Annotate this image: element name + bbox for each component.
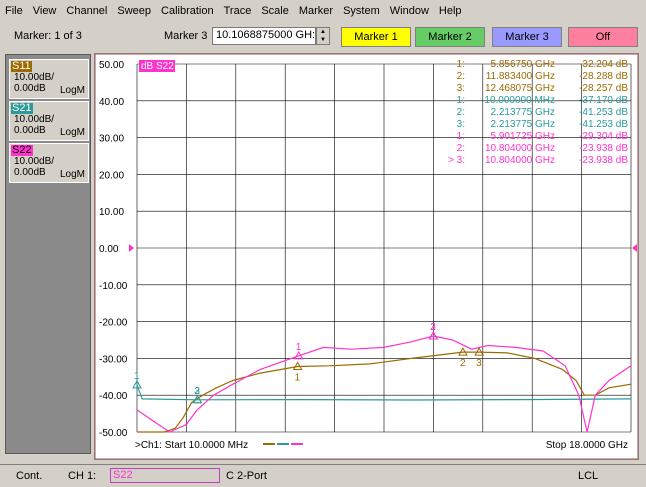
marker-readout-value: -23.938 dB xyxy=(579,143,628,154)
marker-readout-id: 3: xyxy=(457,119,465,130)
marker-readout-frequency: 5.856750 GHz xyxy=(491,59,556,70)
marker-readout-value: -28.257 dB xyxy=(579,83,628,94)
spin-down-icon[interactable]: ▼ xyxy=(317,36,329,44)
marker-readout-id: 1: xyxy=(457,131,465,142)
y-tick-label: -40.00 xyxy=(99,391,128,402)
status-bar: Cont. CH 1: S22 C 2-Port LCL xyxy=(0,464,646,487)
trace-s21-box[interactable]: S21 10.00dB/ 0.00dB LogM xyxy=(9,101,89,141)
marker-readout-value: -41.253 dB xyxy=(579,119,628,130)
y-tick-label: -10.00 xyxy=(99,281,128,292)
calibration-status: C 2-Port xyxy=(226,470,267,482)
marker-count-label: Marker: 1 of 3 xyxy=(14,30,82,42)
trace-list-panel: S11 10.00dB/ 0.00dB LogM S21 10.00dB/ 0.… xyxy=(5,54,91,454)
marker-s21-3-label: 3 xyxy=(194,386,200,397)
trace-s22-tag: S22 xyxy=(11,144,33,156)
marker-readout-value: -29.304 dB xyxy=(579,131,628,142)
trace-s22-scale: 10.00dB/ xyxy=(14,156,55,167)
marker-s21-1-label: 1 xyxy=(134,371,140,382)
menu-scale[interactable]: Scale xyxy=(256,0,294,22)
marker-readout-value: -28.288 dB xyxy=(579,71,628,82)
marker-readout-frequency: 12.468075 GHz xyxy=(485,83,555,94)
marker-s11-3-label: 3 xyxy=(476,358,482,369)
trace-s11-tag: S11 xyxy=(11,60,32,72)
marker-s11-1-label: 1 xyxy=(295,372,301,383)
marker-readout-value: -23.938 dB xyxy=(579,155,628,166)
menu-trace[interactable]: Trace xyxy=(219,0,257,22)
y-tick-label: 40.00 xyxy=(99,97,124,108)
menu-marker[interactable]: Marker xyxy=(294,0,338,22)
remote-status: LCL xyxy=(578,470,599,482)
marker-readout-id: 1: xyxy=(457,95,465,106)
marker-frequency-spinner[interactable]: ▲ ▼ xyxy=(316,27,330,45)
marker-readout-id: 1: xyxy=(457,59,465,70)
marker-readout-value: -41.253 dB xyxy=(579,107,628,118)
marker-toolbar: Marker: 1 of 3 Marker 3 10.1068875000 GH… xyxy=(0,24,646,50)
marker-readout-frequency: 2.213775 GHz xyxy=(491,119,556,130)
marker-readout-frequency: 10.804000 GHz xyxy=(485,155,555,166)
marker-readout-id: 2: xyxy=(457,107,465,118)
trace-s21-tag: S21 xyxy=(11,102,33,114)
menu-bar: File View Channel Sweep Calibration Trace Scal… xyxy=(0,0,646,22)
y-tick-label: 20.00 xyxy=(99,170,124,181)
marker-frequency-input[interactable]: 10.1068875000 GH: xyxy=(212,27,316,45)
menu-sweep[interactable]: Sweep xyxy=(112,0,156,22)
menu-help[interactable]: Help xyxy=(434,0,467,22)
channel-label: CH 1: xyxy=(68,470,97,482)
marker-readout-frequency: 5.901725 GHz xyxy=(491,131,556,142)
marker-readout-value: -32.204 dB xyxy=(579,59,628,70)
marker2-button[interactable]: Marker 2 xyxy=(415,27,485,47)
y-tick-label: -50.00 xyxy=(99,428,128,439)
trace-s11-scale: 10.00dB/ xyxy=(14,72,55,83)
marker-readout-id: 2: xyxy=(457,71,465,82)
trace-s22-format: LogM xyxy=(59,169,85,180)
marker-readout-id: > 3: xyxy=(448,155,465,166)
menu-view[interactable]: View xyxy=(28,0,62,22)
marker-readout-value: -37.170 dB xyxy=(579,95,628,106)
menu-file[interactable]: File xyxy=(0,0,28,22)
y-tick-label: 50.00 xyxy=(99,60,124,71)
trace-s21-scale: 10.00dB/ xyxy=(14,114,55,125)
menu-channel[interactable]: Channel xyxy=(61,0,112,22)
marker-readout-id: 2: xyxy=(457,143,465,154)
marker1-button[interactable]: Marker 1 xyxy=(341,27,411,47)
plot-frame[interactable]: 50.00 40.00 30.00 20.00 10.00 0.00 -10.00 -20.0… xyxy=(94,53,639,460)
menu-system[interactable]: System xyxy=(338,0,385,22)
marker-s11-2-label: 2 xyxy=(460,358,466,369)
menu-window[interactable]: Window xyxy=(385,0,434,22)
active-marker-label: Marker 3 xyxy=(164,30,208,42)
trace-s21-format: LogM xyxy=(59,127,85,138)
sparam-chart[interactable]: 50.00 40.00 30.00 20.00 10.00 0.00 -10.00 -20.0… xyxy=(95,54,638,459)
marker-readout-id: 3: xyxy=(457,83,465,94)
marker-readout-frequency: 11.883400 GHz xyxy=(486,71,555,82)
sweep-mode: Cont. xyxy=(16,470,43,482)
marker-s22-1-label: 1 xyxy=(296,342,302,353)
trace-s11-box[interactable]: S11 10.00dB/ 0.00dB LogM xyxy=(9,59,89,99)
marker-s22-3-label: 3 xyxy=(430,322,436,333)
stop-frequency-label: Stop 18.0000 GHz xyxy=(546,440,628,451)
y-tick-label: 10.00 xyxy=(99,207,124,218)
y-tick-label: 30.00 xyxy=(99,134,124,145)
marker-off-button[interactable]: Off xyxy=(568,27,638,47)
marker-readout-frequency: 10.000000 MHz xyxy=(484,95,555,106)
menu-calibration[interactable]: Calibration xyxy=(156,0,219,22)
spin-up-icon[interactable]: ▲ xyxy=(317,28,329,36)
active-trace-label: dB S22 xyxy=(141,61,174,72)
y-tick-label: 0.00 xyxy=(99,244,119,255)
marker3-button[interactable]: Marker 3 xyxy=(492,27,562,47)
y-tick-label: -30.00 xyxy=(99,354,128,365)
start-frequency-label: >Ch1: Start 10.0000 MHz xyxy=(135,440,248,451)
trace-s11-format: LogM xyxy=(59,85,85,96)
active-trace-status: S22 xyxy=(110,468,220,483)
trace-s22-box[interactable]: S22 10.00dB/ 0.00dB LogM xyxy=(9,143,89,183)
marker-readout-frequency: 2.213775 GHz xyxy=(491,107,556,118)
marker-readout-frequency: 10.804000 GHz xyxy=(485,143,555,154)
y-tick-label: -20.00 xyxy=(99,318,128,329)
